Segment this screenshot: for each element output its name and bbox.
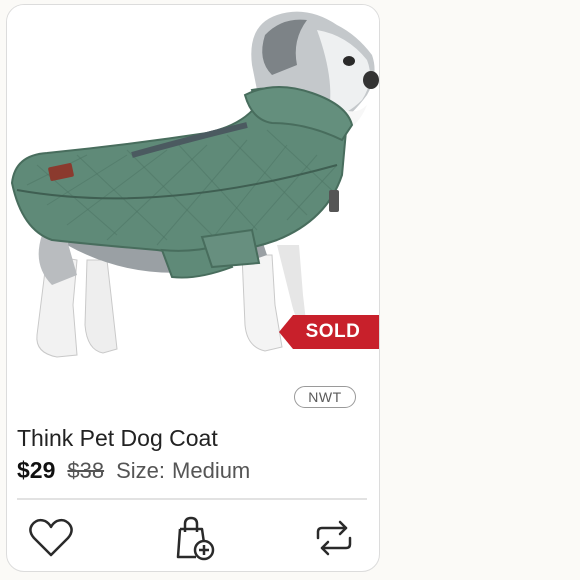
size-label: Size: <box>116 458 166 483</box>
shopping-bag-plus-icon <box>176 516 215 561</box>
price-row: $29 $38 Size: Medium <box>17 457 250 484</box>
repeat-arrows-icon <box>316 520 352 556</box>
add-to-bundle-button[interactable] <box>169 513 219 563</box>
listing-card[interactable]: SOLD NWT Think Pet Dog Coat $29 $38 Size… <box>6 4 380 572</box>
condition-badge: NWT <box>294 386 356 408</box>
sold-banner: SOLD <box>279 315 379 349</box>
product-photo[interactable]: SOLD <box>7 5 379 377</box>
divider <box>17 498 367 500</box>
current-price: $29 <box>17 457 56 483</box>
listing-title[interactable]: Think Pet Dog Coat <box>17 425 218 452</box>
share-button[interactable] <box>309 513 359 563</box>
size-value: Medium <box>172 458 251 483</box>
original-price: $38 <box>67 458 105 483</box>
like-button[interactable] <box>26 513 76 563</box>
sold-label: SOLD <box>305 321 361 342</box>
heart-outline-icon <box>29 518 73 557</box>
size-info: Size: Medium <box>116 458 250 484</box>
condition-badge-label: NWT <box>308 389 342 405</box>
